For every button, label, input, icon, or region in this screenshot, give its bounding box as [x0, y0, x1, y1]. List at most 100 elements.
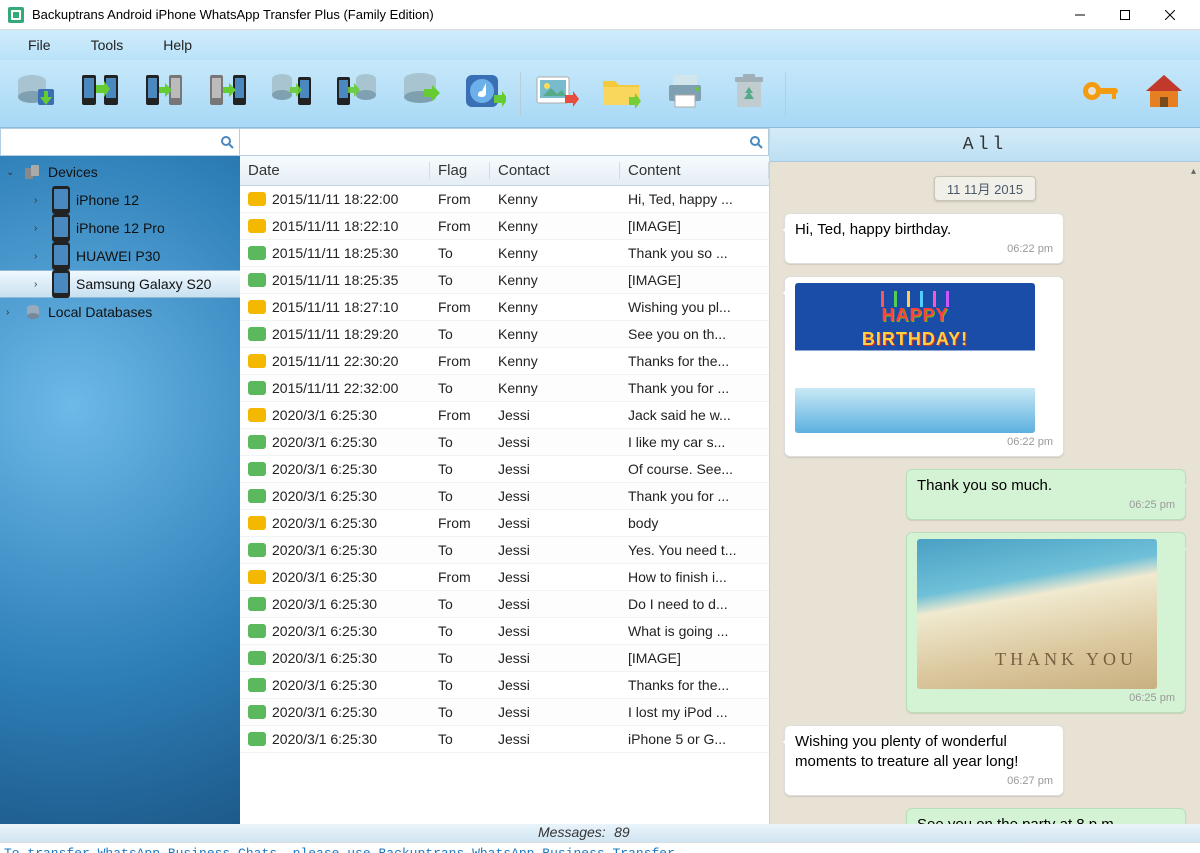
- device-tree: ⌄ Devices › iPhone 12› iPhone 12 Pro› HU…: [0, 156, 240, 824]
- sidebar-search-input[interactable]: [1, 130, 215, 154]
- table-row[interactable]: 2020/3/1 6:25:30 To Jessi Thanks for the…: [240, 672, 769, 699]
- sidebar-device-3[interactable]: › Samsung Galaxy S20: [0, 270, 240, 298]
- table-row[interactable]: 2020/3/1 6:25:30 To Jessi iPhone 5 or G.…: [240, 726, 769, 753]
- print-button[interactable]: [657, 68, 713, 120]
- bubble-timestamp: 06:22 pm: [795, 242, 1053, 257]
- search-icon[interactable]: [215, 135, 239, 149]
- recycle-button[interactable]: [721, 68, 777, 120]
- chat-bubble[interactable]: Hi, Ted, happy birthday.06:22 pm: [784, 213, 1064, 264]
- table-row[interactable]: 2020/3/1 6:25:30 To Jessi I like my car …: [240, 429, 769, 456]
- cell-content: I lost my iPod ...: [620, 704, 769, 720]
- table-row[interactable]: 2020/3/1 6:25:30 To Jessi [IMAGE]: [240, 645, 769, 672]
- minimize-button[interactable]: [1057, 1, 1102, 29]
- tree-devices-root[interactable]: ⌄ Devices: [0, 158, 240, 186]
- cell-flag: To: [430, 731, 490, 747]
- table-row[interactable]: 2020/3/1 6:25:30 From Jessi Jack said he…: [240, 402, 769, 429]
- cell-content: Hi, Ted, happy ...: [620, 191, 769, 207]
- table-row[interactable]: 2020/3/1 6:25:30 To Jessi What is going …: [240, 618, 769, 645]
- table-row[interactable]: 2015/11/11 18:22:10 From Kenny [IMAGE]: [240, 213, 769, 240]
- sidebar: ⌄ Devices › iPhone 12› iPhone 12 Pro› HU…: [0, 128, 240, 824]
- cell-content: I like my car s...: [620, 434, 769, 450]
- device-name: iPhone 12 Pro: [76, 220, 165, 236]
- local-db-label: Local Databases: [48, 304, 152, 320]
- phone-right-1-icon: [142, 71, 186, 116]
- cell-content: How to finish i...: [620, 569, 769, 585]
- export-itunes-button[interactable]: [456, 68, 512, 120]
- message-direction-icon: [248, 300, 266, 314]
- cell-contact: Jessi: [490, 731, 620, 747]
- message-direction-icon: [248, 597, 266, 611]
- table-row[interactable]: 2015/11/11 18:22:00 From Kenny Hi, Ted, …: [240, 186, 769, 213]
- cell-date: 2020/3/1 6:25:30: [272, 569, 377, 585]
- devices-label: Devices: [48, 164, 98, 180]
- table-row[interactable]: 2015/11/11 18:25:35 To Kenny [IMAGE]: [240, 267, 769, 294]
- table-row[interactable]: 2020/3/1 6:25:30 From Jessi body: [240, 510, 769, 537]
- message-search-input[interactable]: [240, 130, 744, 154]
- chat-bubble[interactable]: HAPPYBIRTHDAY!06:22 pm: [784, 276, 1064, 457]
- search-icon[interactable]: [744, 135, 768, 149]
- db-restore-button[interactable]: [392, 68, 448, 120]
- cell-content: Thanks for the...: [620, 677, 769, 693]
- sidebar-device-2[interactable]: › HUAWEI P30: [0, 242, 240, 270]
- cell-content: Thanks for the...: [620, 353, 769, 369]
- column-content[interactable]: Content: [620, 162, 769, 179]
- chevron-right-icon[interactable]: ›: [6, 307, 18, 318]
- copy-to-phone-1-button[interactable]: [136, 68, 192, 120]
- table-row[interactable]: 2020/3/1 6:25:30 To Jessi Yes. You need …: [240, 537, 769, 564]
- cell-date: 2015/11/11 18:22:00: [272, 191, 398, 207]
- chevron-right-icon[interactable]: ›: [34, 279, 46, 290]
- cell-date: 2020/3/1 6:25:30: [272, 596, 377, 612]
- copy-to-phone-2-button[interactable]: [200, 68, 256, 120]
- phone-icon: [52, 247, 70, 265]
- column-contact[interactable]: Contact: [490, 162, 620, 179]
- chevron-down-icon[interactable]: ⌄: [6, 167, 18, 178]
- table-row[interactable]: 2020/3/1 6:25:30 To Jessi I lost my iPod…: [240, 699, 769, 726]
- cell-content: Yes. You need t...: [620, 542, 769, 558]
- message-list-panel: Date Flag Contact Content 2015/11/11 18:…: [240, 128, 770, 824]
- chevron-right-icon[interactable]: ›: [34, 223, 46, 234]
- column-date[interactable]: Date: [240, 162, 430, 179]
- chat-bubble[interactable]: See you on the party at 8 p.m.: [906, 808, 1186, 824]
- cell-flag: To: [430, 704, 490, 720]
- sidebar-device-0[interactable]: › iPhone 12: [0, 186, 240, 214]
- restore-to-phone-button[interactable]: [264, 68, 320, 120]
- menu-help[interactable]: Help: [163, 37, 192, 53]
- sidebar-device-1[interactable]: › iPhone 12 Pro: [0, 214, 240, 242]
- toolbar: [0, 60, 1200, 128]
- register-button[interactable]: [1072, 68, 1128, 120]
- table-row[interactable]: 2020/3/1 6:25:30 To Jessi Do I need to d…: [240, 591, 769, 618]
- table-body[interactable]: 2015/11/11 18:22:00 From Kenny Hi, Ted, …: [240, 186, 769, 824]
- backup-to-db-button[interactable]: [328, 68, 384, 120]
- table-row[interactable]: 2015/11/11 18:27:10 From Kenny Wishing y…: [240, 294, 769, 321]
- menu-tools[interactable]: Tools: [91, 37, 124, 53]
- tree-local-db-root[interactable]: › Local Databases: [0, 298, 240, 326]
- chat-bubble[interactable]: Wishing you plenty of wonderful moments …: [784, 725, 1064, 796]
- scroll-up-icon[interactable]: ▴: [1191, 166, 1196, 177]
- cell-content: See you on th...: [620, 326, 769, 342]
- cell-content: [IMAGE]: [620, 272, 769, 288]
- cell-date: 2015/11/11 18:25:35: [272, 272, 398, 288]
- cell-contact: Kenny: [490, 380, 620, 396]
- home-button[interactable]: [1136, 68, 1192, 120]
- table-row[interactable]: 2015/11/11 18:25:30 To Kenny Thank you s…: [240, 240, 769, 267]
- table-row[interactable]: 2020/3/1 6:25:30 To Jessi Thank you for …: [240, 483, 769, 510]
- menu-file[interactable]: File: [28, 37, 51, 53]
- table-row[interactable]: 2015/11/11 22:30:20 From Kenny Thanks fo…: [240, 348, 769, 375]
- chat-body[interactable]: ▴ 11 11月 2015Hi, Ted, happy birthday.06:…: [770, 162, 1200, 824]
- open-folder-button[interactable]: [593, 68, 649, 120]
- table-row[interactable]: 2020/3/1 6:25:30 To Jessi Of course. See…: [240, 456, 769, 483]
- backup-db-button[interactable]: [8, 68, 64, 120]
- chevron-right-icon[interactable]: ›: [34, 195, 46, 206]
- table-row[interactable]: 2015/11/11 18:29:20 To Kenny See you on …: [240, 321, 769, 348]
- transfer-phones-button[interactable]: [72, 68, 128, 120]
- table-row[interactable]: 2015/11/11 22:32:00 To Kenny Thank you f…: [240, 375, 769, 402]
- cell-contact: Jessi: [490, 515, 620, 531]
- table-row[interactable]: 2020/3/1 6:25:30 From Jessi How to finis…: [240, 564, 769, 591]
- maximize-button[interactable]: [1102, 1, 1147, 29]
- chevron-right-icon[interactable]: ›: [34, 251, 46, 262]
- export-media-button[interactable]: [529, 68, 585, 120]
- close-button[interactable]: [1147, 1, 1192, 29]
- chat-bubble[interactable]: 06:25 pm: [906, 532, 1186, 713]
- column-flag[interactable]: Flag: [430, 162, 490, 179]
- chat-bubble[interactable]: Thank you so much.06:25 pm: [906, 469, 1186, 520]
